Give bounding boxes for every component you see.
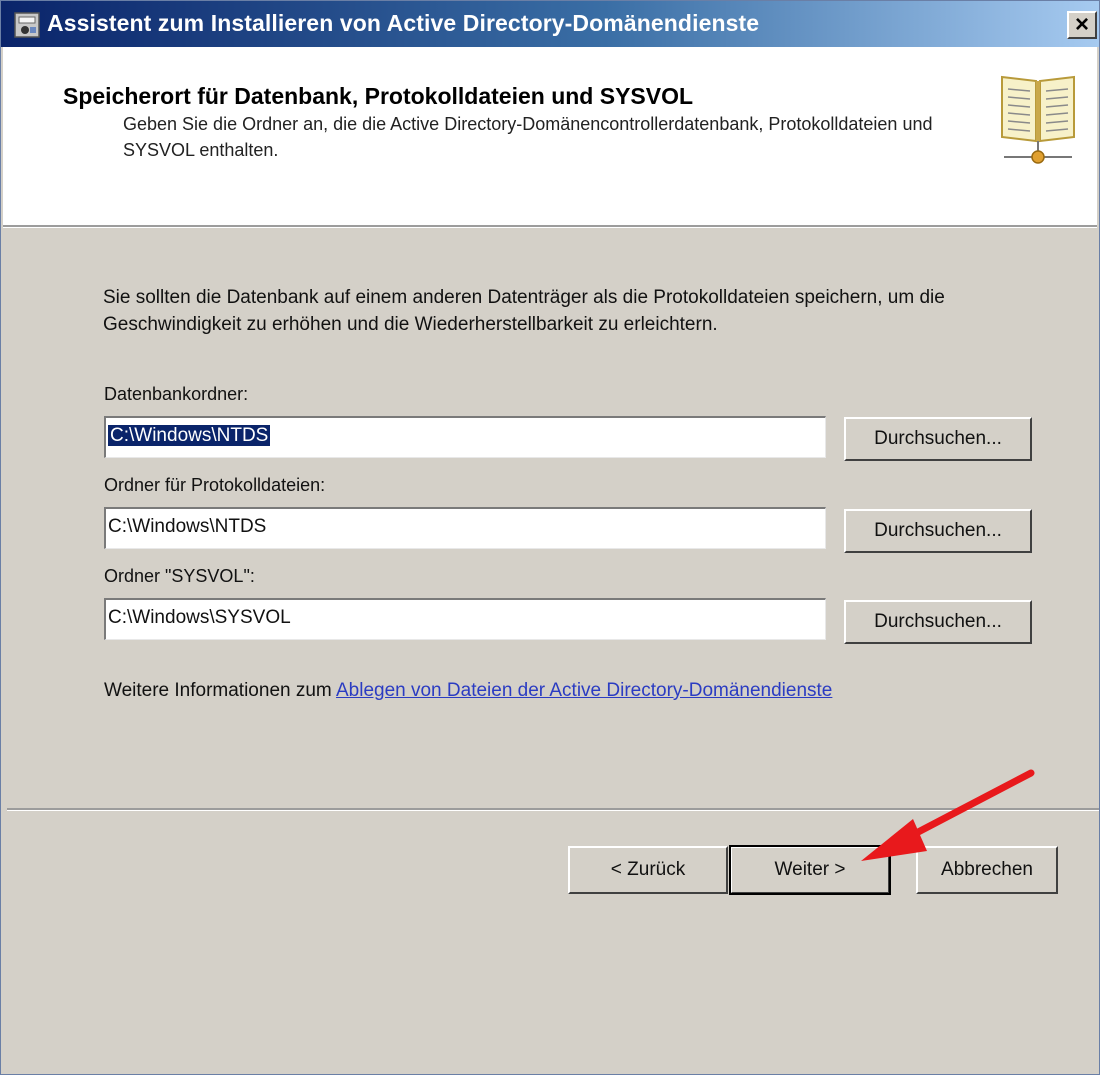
log-browse-button[interactable]: Durchsuchen... — [844, 509, 1032, 553]
sysvol-browse-button[interactable]: Durchsuchen... — [844, 600, 1032, 644]
header-divider — [3, 225, 1097, 228]
window-title: Assistent zum Installieren von Active Di… — [47, 10, 760, 36]
database-folder-label: Datenbankordner: — [104, 384, 249, 404]
more-info-prefix: Weitere Informationen zum — [104, 680, 336, 701]
sysvol-folder-input[interactable]: C:\Windows\SYSVOL — [104, 598, 826, 640]
server-app-icon — [14, 12, 40, 38]
title-bar[interactable]: Assistent zum Installieren von Active Di… — [1, 1, 1099, 47]
page-description: Geben Sie die Ordner an, die die Active … — [123, 114, 933, 160]
back-button[interactable]: < Zurück — [568, 846, 728, 894]
close-button[interactable]: × — [1067, 11, 1097, 39]
close-icon: × — [1074, 11, 1089, 38]
wizard-header: Speicherort für Datenbank, Protokolldate… — [3, 47, 1097, 225]
log-folder-input[interactable]: C:\Windows\NTDS — [104, 507, 826, 549]
intro-text: Sie sollten die Datenbank auf einem ande… — [103, 287, 945, 335]
red-annotation-arrow-icon — [861, 769, 1035, 861]
sysvol-folder-label: Ordner "SYSVOL": — [104, 566, 255, 586]
book-icon — [1001, 75, 1075, 164]
database-folder-value: C:\Windows\NTDS — [108, 425, 271, 446]
more-info-link[interactable]: Ablegen von Dateien der Active Directory… — [336, 680, 832, 701]
page-title: Speicherort für Datenbank, Protokolldate… — [63, 83, 694, 109]
more-info-text: Weitere Informationen zum Ablegen von Da… — [104, 680, 832, 702]
wizard-window: Assistent zum Installieren von Active Di… — [0, 0, 1100, 1075]
database-folder-input[interactable]: C:\Windows\NTDS — [104, 416, 826, 458]
database-browse-button[interactable]: Durchsuchen... — [844, 417, 1032, 461]
log-folder-label: Ordner für Protokolldateien: — [104, 475, 326, 495]
